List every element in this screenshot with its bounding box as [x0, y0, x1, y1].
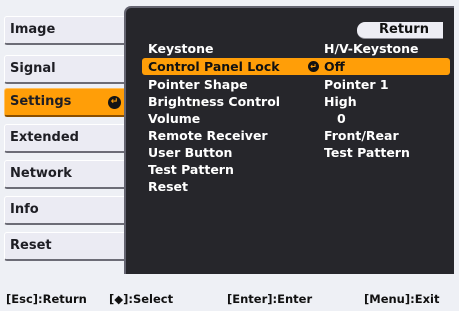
menu-item-label: Pointer Shape	[148, 77, 248, 92]
status-menu-hint: [Menu]:Exit	[364, 292, 440, 306]
tab-extended[interactable]: Extended	[4, 124, 128, 153]
menu-item-remote-receiver[interactable]: Remote Receiver Front/Rear	[142, 127, 450, 144]
status-select-hint: [◆]:Select	[109, 292, 174, 306]
menu-item-volume[interactable]: Volume 0	[142, 110, 450, 127]
return-button-label: Return	[379, 22, 429, 37]
menu-item-value: Off	[324, 59, 345, 74]
tab-signal-label: Signal	[10, 61, 56, 76]
tab-info[interactable]: Info	[4, 196, 128, 225]
menu-tabs: Image Signal Settings ↵ Extended Network…	[0, 0, 132, 274]
tab-info-label: Info	[10, 202, 39, 217]
menu-item-value: 0	[337, 111, 346, 126]
tab-reset[interactable]: Reset	[4, 232, 128, 261]
tab-settings-label: Settings	[10, 94, 72, 109]
menu-item-label: Reset	[148, 179, 188, 194]
menu-item-brightness-control[interactable]: Brightness Control High	[142, 93, 450, 110]
menu-item-label: Test Pattern	[148, 162, 234, 177]
menu-item-value: Front/Rear	[324, 128, 399, 143]
menu-item-label: Control Panel Lock	[148, 59, 280, 74]
menu-item-test-pattern[interactable]: Test Pattern	[142, 161, 450, 178]
tab-signal[interactable]: Signal	[4, 55, 128, 84]
tab-settings[interactable]: Settings ↵	[4, 88, 128, 117]
menu-item-label: Keystone	[148, 41, 214, 56]
menu-item-value: H/V-Keystone	[324, 41, 419, 56]
menu-item-label: User Button	[148, 145, 233, 160]
menu-item-label: Brightness Control	[148, 94, 281, 109]
tab-extended-label: Extended	[10, 130, 79, 145]
menu-item-pointer-shape[interactable]: Pointer Shape Pointer 1	[142, 76, 450, 93]
tab-network[interactable]: Network	[4, 160, 128, 189]
menu-item-reset[interactable]: Reset	[142, 178, 450, 195]
tab-network-label: Network	[10, 166, 72, 181]
enter-icon: ↵	[308, 61, 319, 72]
menu-item-keystone[interactable]: Keystone H/V-Keystone	[142, 40, 450, 57]
tab-image[interactable]: Image	[4, 16, 128, 45]
status-bar: [Esc]:Return [◆]:Select [Enter]:Enter [M…	[0, 290, 459, 311]
tab-reset-label: Reset	[10, 238, 52, 253]
menu-item-user-button[interactable]: User Button Test Pattern	[142, 144, 450, 161]
menu-item-label: Volume	[148, 111, 201, 126]
status-enter-hint: [Enter]:Enter	[227, 292, 313, 306]
settings-panel: Return Keystone H/V-Keystone Control Pan…	[124, 6, 454, 274]
menu-item-value: Test Pattern	[324, 145, 410, 160]
menu-item-label: Remote Receiver	[148, 128, 268, 143]
menu-item-value: High	[324, 94, 357, 109]
tab-image-label: Image	[10, 22, 56, 37]
menu-item-value: Pointer 1	[324, 77, 389, 92]
return-button[interactable]: Return	[357, 22, 443, 39]
menu-item-control-panel-lock[interactable]: Control Panel Lock ↵ Off	[142, 58, 450, 75]
status-esc-hint: [Esc]:Return	[6, 292, 87, 306]
enter-icon: ↵	[108, 96, 121, 109]
